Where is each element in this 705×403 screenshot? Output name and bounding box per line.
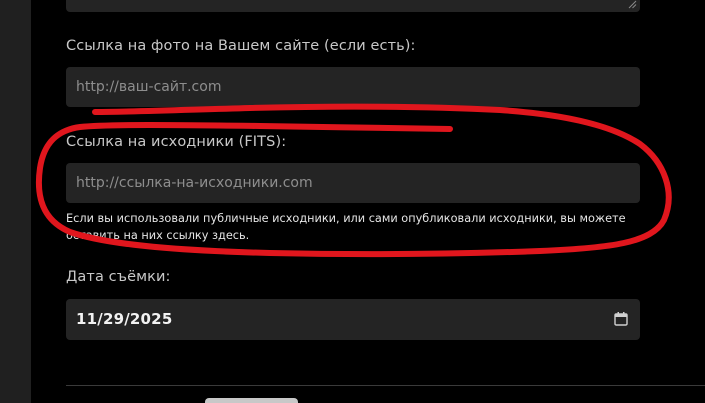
submit-button-edge[interactable]	[205, 398, 298, 403]
sources-link-hint: Если вы использовали публичные исходники…	[66, 212, 626, 242]
sources-link-label: Ссылка на исходники (FITS):	[66, 134, 287, 150]
resize-grip-icon[interactable]	[628, 0, 637, 9]
shoot-date-label: Дата съёмки:	[66, 269, 171, 285]
previous-textarea[interactable]	[66, 0, 640, 12]
photo-link-field[interactable]	[66, 67, 640, 107]
left-gutter	[0, 0, 31, 403]
photo-link-label: Ссылка на фото на Вашем сайте (если есть…	[66, 38, 416, 54]
form-page: Ссылка на фото на Вашем сайте (если есть…	[0, 0, 705, 403]
sources-link-input[interactable]	[66, 163, 640, 203]
section-divider	[66, 385, 705, 386]
calendar-icon[interactable]	[614, 312, 628, 326]
photo-link-input[interactable]	[66, 67, 640, 107]
sources-link-field[interactable]	[66, 163, 640, 203]
shoot-date-value: 11/29/2025	[76, 310, 173, 328]
shoot-date-field[interactable]: 11/29/2025	[66, 299, 640, 340]
